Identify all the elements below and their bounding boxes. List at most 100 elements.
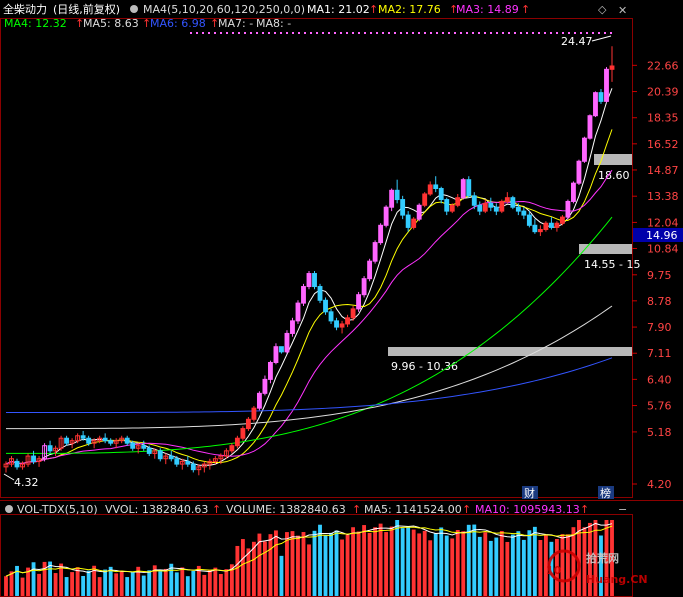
ma6-value: MA6: 6.98	[150, 17, 206, 30]
signal-dot	[310, 32, 312, 34]
candle-body	[389, 189, 395, 208]
candle-body	[31, 455, 36, 462]
volume-collapse-icon[interactable]: −	[618, 503, 627, 516]
volume-bar	[510, 534, 515, 596]
ma1-value: MA1: 21.02	[307, 3, 370, 16]
ma-definition: MA4(5,10,20,60,120,250,0,0)	[143, 3, 305, 16]
volume-bar	[202, 574, 207, 596]
volume-bar	[174, 572, 179, 596]
signal-dot	[514, 32, 516, 34]
signal-dot	[526, 32, 528, 34]
price-tick-label: 4.20	[647, 478, 672, 491]
volume-bar	[119, 570, 124, 596]
candle-body	[312, 273, 317, 288]
signal-dot	[196, 32, 198, 34]
candle-body	[290, 320, 295, 334]
ma3-value: MA3: 14.89	[456, 3, 519, 16]
volume-bar	[323, 535, 328, 596]
volume-bar	[450, 538, 455, 596]
price-tick-label: 5.18	[647, 426, 672, 439]
candle-body	[295, 302, 301, 322]
candle-body	[273, 346, 279, 363]
candle-body	[251, 407, 257, 420]
signal-dot	[454, 32, 456, 34]
chart-mode: (日线,前复权)	[53, 2, 120, 16]
price-tick-label: 20.39	[647, 86, 679, 99]
collapse-icon[interactable]: ◇	[598, 3, 607, 16]
volume-bar	[9, 571, 14, 596]
candle-body	[240, 428, 246, 439]
level-band-9-96	[388, 347, 632, 356]
svg-text:↑: ↑	[352, 503, 361, 516]
volume-bar	[279, 555, 284, 596]
price-tick-label: 13.38	[647, 190, 679, 203]
volume-bar	[180, 567, 185, 596]
volume-bar	[444, 535, 449, 596]
volume-bar	[185, 576, 190, 596]
candle-body	[190, 463, 196, 471]
stock-chart[interactable]: 全柴动力 (日线,前复权) MA4(5,10,20,60,120,250,0,0…	[0, 0, 683, 597]
signal-dot	[580, 32, 582, 34]
candle-body	[526, 214, 532, 226]
volume-bar	[384, 532, 389, 596]
signal-dot	[280, 32, 282, 34]
price-tick-label: 7.90	[647, 321, 672, 334]
candle-body	[416, 204, 422, 220]
candle-body	[146, 447, 152, 454]
candle-body	[593, 92, 598, 117]
signal-dot	[340, 32, 342, 34]
candle-body	[460, 179, 466, 199]
volume-indicator-name: VOL-TDX(5,10)	[17, 503, 98, 516]
signal-dot	[538, 32, 540, 34]
signal-dot	[334, 32, 336, 34]
candle-body	[367, 260, 373, 280]
volume-bar	[235, 545, 240, 596]
signal-dot	[592, 32, 594, 34]
candle-body	[350, 308, 356, 319]
candle-body	[477, 204, 483, 212]
signal-dot	[496, 32, 498, 34]
volume-bar	[472, 524, 477, 596]
candle-body	[339, 323, 345, 328]
candle-body	[157, 450, 163, 460]
signal-dot	[208, 32, 210, 34]
candle-body	[185, 460, 191, 465]
signal-dot	[214, 32, 216, 34]
volume-bar	[75, 567, 80, 596]
ma8-value: MA8: -	[256, 17, 291, 30]
candle-body	[411, 218, 417, 228]
signal-dot	[484, 32, 486, 34]
candle-body	[102, 437, 108, 442]
volume-bar	[81, 575, 86, 596]
close-icon[interactable]: ✕	[618, 4, 627, 17]
svg-text:↑: ↑	[580, 503, 589, 516]
candle-body	[582, 137, 587, 162]
ma2-value: MA2: 17.76	[378, 3, 441, 16]
price-tick-label: 10.84	[647, 242, 679, 255]
volume-bar	[395, 520, 400, 596]
svg-text:↑: ↑	[521, 3, 530, 16]
candle-body	[268, 361, 273, 380]
volume-settings-dot-icon[interactable]	[5, 505, 13, 513]
signal-dot	[328, 32, 330, 34]
signal-dot	[298, 32, 300, 34]
svg-text:10: 10	[546, 564, 562, 577]
volume-bar	[125, 577, 130, 596]
volume-bar	[42, 561, 47, 596]
volume-bar	[433, 533, 438, 596]
candle-body	[168, 455, 174, 460]
volume-bar	[224, 569, 229, 596]
volume-bar	[274, 530, 278, 596]
settings-dot-icon[interactable]	[130, 5, 138, 13]
candle-body	[482, 202, 488, 212]
signal-dot	[238, 32, 240, 34]
volume-bar	[527, 530, 532, 596]
candle-body	[130, 442, 136, 449]
candle-body	[543, 222, 549, 231]
volume-bar	[521, 539, 526, 596]
signal-dot	[376, 32, 378, 34]
vvol-value: VVOL: 1382840.63	[105, 503, 208, 516]
candle-body	[229, 445, 235, 452]
candle-body	[405, 214, 411, 228]
signal-dot	[394, 32, 396, 34]
